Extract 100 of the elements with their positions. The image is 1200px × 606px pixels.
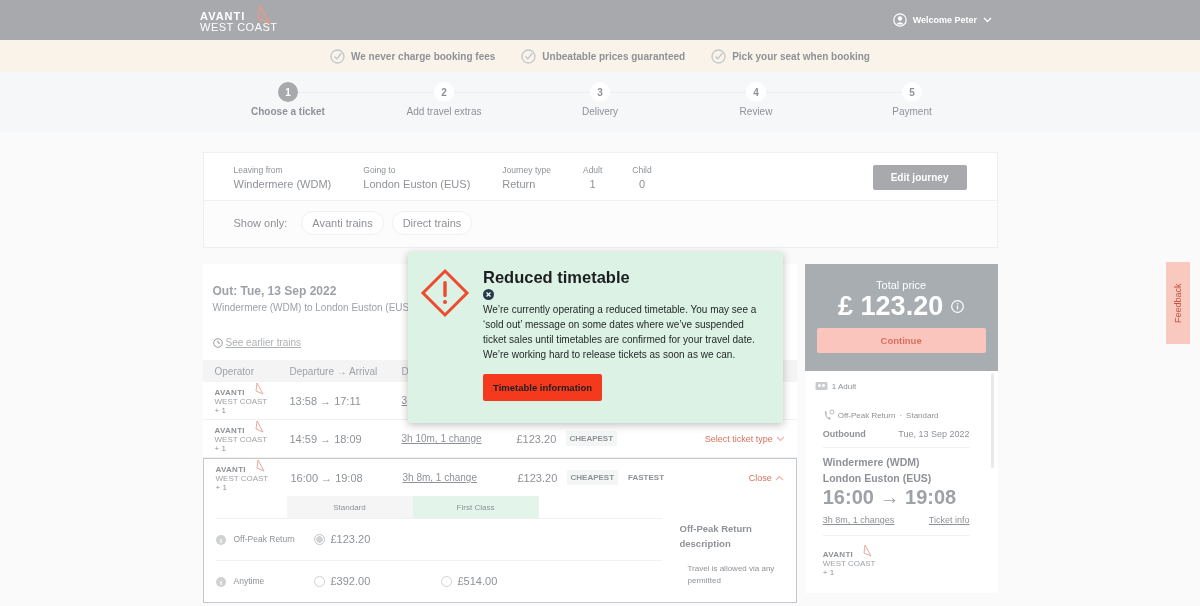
field-value: 1 [589, 178, 596, 190]
field-label: Going to [363, 165, 397, 175]
dialog-message: We’re currently operating a reduced timetable. You may see a ‘sold out’ message on some dates where we’ve suspended ticket sales until timetables are confirmed for your travel date. We’re working hard to release tickets as soon as we can. [483, 303, 758, 362]
caret-icon [775, 435, 785, 442]
user-menu[interactable]: Welcome Peter [892, 13, 992, 27]
caret-icon [983, 17, 992, 23]
sail-icon [254, 420, 264, 434]
info-icon [951, 300, 965, 313]
duration-link[interactable]: 3h 8m, 1 changes [822, 515, 895, 525]
filter-label: Show only: [233, 217, 288, 229]
fare-class: Standard [906, 410, 939, 420]
travel-date: Tue, 13 Sep 2022 [898, 429, 970, 439]
filter-chip[interactable]: Direct trains [391, 211, 473, 235]
field-label: Leaving from [233, 165, 284, 175]
operator-name: AVANTI [214, 426, 245, 435]
description-title: Off-Peak Return description [679, 522, 753, 551]
step-label: Add travel extras [406, 106, 482, 117]
field-label: Journey type [502, 165, 551, 175]
operator-count: + 1 [822, 568, 835, 577]
fare-class-tab[interactable]: First Class [412, 496, 539, 518]
step-number: 2 [434, 82, 454, 102]
fare-radio[interactable] [313, 533, 325, 545]
row-toggle-link[interactable]: Select ticket type [704, 433, 785, 444]
feedback-tab[interactable]: Feedback [1166, 262, 1190, 344]
info-icon [215, 577, 226, 587]
duration-link[interactable]: 3h 8m, 1 change [402, 472, 518, 483]
operator-count: + 1 [214, 444, 226, 453]
operator-name: WEST COAST [214, 397, 268, 406]
step-number: 1 [278, 82, 298, 102]
sail-icon [862, 544, 872, 558]
clock-icon [212, 337, 223, 348]
station-name: London Euston (EUS) [822, 472, 933, 484]
row-toggle-link[interactable]: Close [748, 472, 784, 483]
operator-name: AVANTI [822, 550, 854, 559]
check-circle-icon [521, 48, 537, 64]
continue-button[interactable]: Continue [816, 328, 986, 353]
column-heading: Operator [214, 365, 255, 377]
operator-name: AVANTI [215, 465, 246, 474]
column-heading: Departure → Arrival [289, 365, 379, 377]
timetable-button[interactable]: Timetable information [483, 374, 603, 401]
step-number: 3 [590, 82, 610, 102]
field-value: Windermere (WDM) [233, 178, 332, 190]
step-label: Choose a ticket [251, 106, 325, 117]
promise-text: Unbeatable prices guaranteed [542, 50, 686, 62]
separator-dot: · [899, 410, 903, 420]
step-label: Delivery [581, 106, 619, 117]
sail-icon [255, 459, 265, 473]
warning-icon [420, 268, 470, 318]
train-times: 16:00 → 19:08 [290, 471, 364, 484]
fare-tag: FASTEST [624, 470, 669, 485]
fare-price: £514.00 [457, 575, 498, 587]
fare-price: £123.20 [330, 533, 371, 545]
train-times: 16:00 → 19:08 [822, 486, 958, 509]
column-heading: D [401, 365, 409, 377]
train-times: 13:58 → 17:11 [289, 394, 362, 407]
route-text: Windermere (WDM) to London Euston (EUS [212, 302, 410, 313]
ticket-icon [814, 381, 828, 391]
edit-journey-button[interactable]: Edit journey [872, 165, 967, 190]
field-value: 0 [638, 178, 646, 190]
fare-price: £123.20 [517, 471, 559, 484]
caret-icon [774, 474, 784, 481]
operator-name: WEST COAST [822, 559, 876, 568]
info-icon [215, 535, 226, 545]
station-name: Windermere (WDM) [822, 456, 921, 468]
sail-icon [254, 382, 264, 396]
fare-tag: CHEAPEST [566, 470, 619, 485]
fare-class-tab[interactable]: Standard [286, 496, 413, 518]
check-circle-icon [330, 48, 345, 64]
field-value: London Euston (EUS) [363, 178, 471, 190]
total-price: £ 123.20 [838, 291, 944, 322]
field-label: Child [632, 165, 652, 175]
user-icon [892, 13, 907, 27]
direction-label: Outbound [822, 429, 866, 439]
fare-tag: CHEAPEST [565, 431, 618, 446]
close-icon[interactable] [483, 289, 494, 300]
step-label: Payment [892, 106, 932, 117]
operator-name: AVANTI [214, 388, 245, 397]
ticket-info-link[interactable]: Ticket info [928, 515, 970, 525]
fare-price: £392.00 [330, 575, 371, 587]
step-label: Review [739, 106, 773, 117]
filter-chip[interactable]: Avanti trains [301, 211, 384, 235]
results-title: Out: Tue, 13 Sep 2022 [212, 284, 337, 298]
earlier-trains-link[interactable]: See earlier trains [212, 337, 302, 348]
step-number: 5 [902, 82, 922, 102]
sail-icon [257, 5, 271, 25]
operator-count: + 1 [215, 483, 227, 492]
fare-name: Off-Peak Return [233, 533, 296, 546]
operator-name: WEST COAST [215, 474, 269, 483]
train-row[interactable] [202, 458, 797, 603]
step-number: 4 [746, 82, 766, 102]
operator-name: WEST COAST [214, 435, 268, 444]
field-value: Return [502, 178, 537, 190]
dialog-title: Reduced timetable [483, 268, 630, 287]
duration-link[interactable]: 3h 10m, 1 change [401, 433, 517, 444]
description-bullet: Travel is allowed via any permitted [686, 563, 776, 587]
passenger-count: 1 Adult [831, 381, 857, 391]
fare-name: Anytime [233, 575, 266, 588]
brand-name: WEST COAST [200, 22, 278, 33]
total-label: Total price [876, 279, 927, 291]
field-label: Adult [582, 165, 603, 175]
